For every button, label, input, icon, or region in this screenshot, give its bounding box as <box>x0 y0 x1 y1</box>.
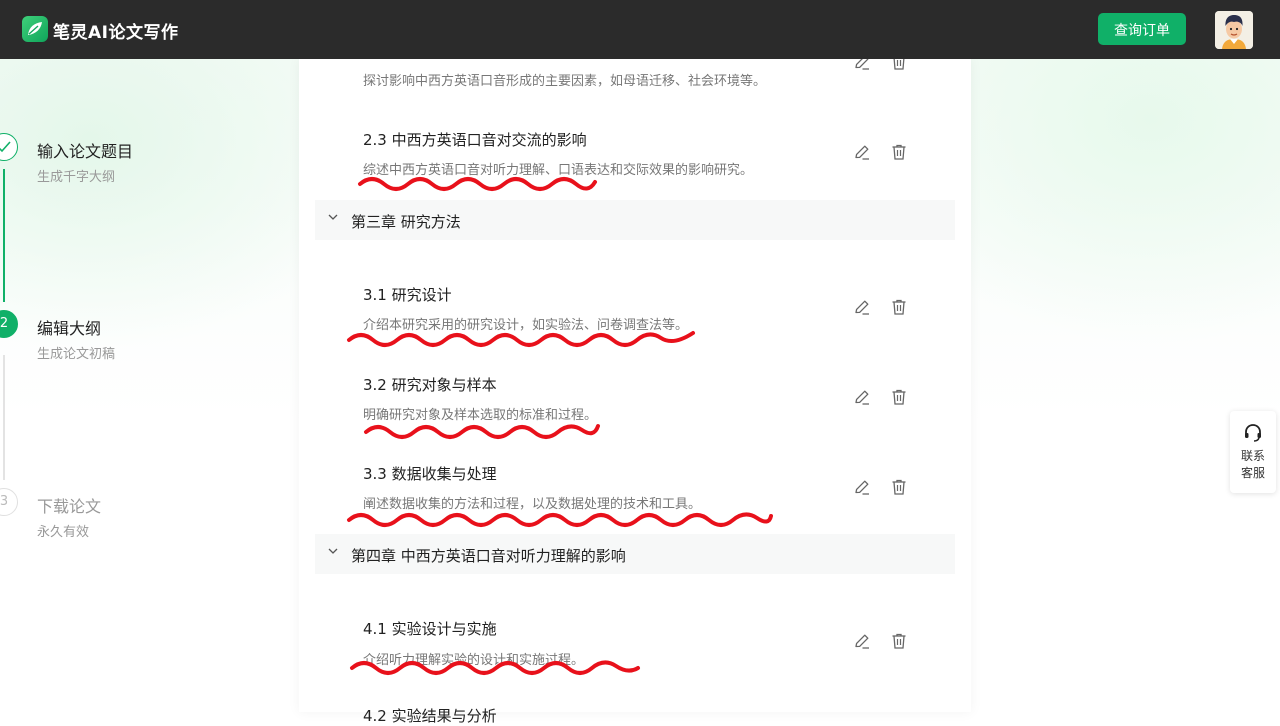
section-desc[interactable]: 介绍听力理解实验的设计和实施过程。 <box>363 649 584 668</box>
step-connector-pending <box>3 355 5 480</box>
headset-icon <box>1245 424 1261 442</box>
step-1-subtitle: 生成千字大纲 <box>37 170 116 185</box>
step-2-title[interactable]: 编辑大纲 <box>37 315 101 339</box>
chevron-down-icon[interactable] <box>327 211 339 223</box>
trash-icon[interactable] <box>889 387 909 407</box>
step-1-circle <box>0 133 18 161</box>
section-title[interactable]: 3.1 研究设计 <box>363 284 452 305</box>
section-desc[interactable]: 综述中西方英语口音对听力理解、口语表达和交际效果的影响研究。 <box>363 159 753 178</box>
top-header: 笔灵AI论文写作 查询订单 <box>0 0 1280 59</box>
step-connector-done <box>3 169 5 302</box>
contact-label-line1: 联系 <box>1240 449 1265 463</box>
section-desc[interactable]: 明确研究对象及样本选取的标准和过程。 <box>363 404 597 423</box>
chapter-header[interactable]: 第四章 中西方英语口音对听力理解的影响 <box>315 534 955 574</box>
trash-icon[interactable] <box>889 477 909 497</box>
query-order-button[interactable]: 查询订单 <box>1098 13 1186 45</box>
step-3-circle: 3 <box>0 488 18 516</box>
step-1-title[interactable]: 输入论文题目 <box>37 138 133 162</box>
step-2-circle: 2 <box>0 310 18 338</box>
trash-icon[interactable] <box>889 142 909 162</box>
brand-name[interactable]: 笔灵AI论文写作 <box>53 18 178 43</box>
outline-panel: 探讨影响中西方英语口音形成的主要因素，如母语迁移、社会环境等。 2.3 中西方英… <box>299 54 971 725</box>
brand-logo-icon[interactable] <box>22 16 48 42</box>
section-desc[interactable]: 探讨影响中西方英语口音形成的主要因素，如母语迁移、社会环境等。 <box>363 70 766 89</box>
progress-steps: 输入论文题目 生成千字大纲 2 编辑大纲 生成论文初稿 3 下载论文 永久有效 <box>0 59 300 712</box>
step-3-title[interactable]: 下载论文 <box>37 493 101 517</box>
section-title[interactable]: 2.3 中西方英语口音对交流的影响 <box>363 129 587 150</box>
contact-support-button[interactable]: 联系 客服 <box>1230 411 1276 493</box>
section-title[interactable]: 4.2 实验结果与分析 <box>363 705 497 726</box>
section-desc[interactable]: 阐述数据收集的方法和过程，以及数据处理的技术和工具。 <box>363 493 701 512</box>
pencil-icon[interactable] <box>852 142 872 162</box>
chapter-title: 第四章 中西方英语口音对听力理解的影响 <box>351 547 626 565</box>
pencil-icon[interactable] <box>852 631 872 651</box>
section-desc[interactable]: 介绍本研究采用的研究设计，如实验法、问卷调查法等。 <box>363 314 688 333</box>
section-title[interactable]: 3.2 研究对象与样本 <box>363 374 497 395</box>
chapter-header[interactable]: 第三章 研究方法 <box>315 200 955 240</box>
section-title[interactable]: 4.1 实验设计与实施 <box>363 618 497 639</box>
trash-icon[interactable] <box>889 297 909 317</box>
chapter-title: 第三章 研究方法 <box>351 213 461 231</box>
pencil-icon[interactable] <box>852 387 872 407</box>
step-2-subtitle: 生成论文初稿 <box>37 347 116 362</box>
chevron-down-icon[interactable] <box>327 545 339 557</box>
contact-label-line2: 客服 <box>1240 466 1265 480</box>
trash-icon[interactable] <box>889 631 909 651</box>
pencil-icon[interactable] <box>852 477 872 497</box>
section-title[interactable]: 3.3 数据收集与处理 <box>363 463 497 484</box>
checkmark-icon <box>0 141 11 153</box>
step-3-subtitle: 永久有效 <box>37 525 90 540</box>
pencil-icon[interactable] <box>852 297 872 317</box>
user-avatar[interactable] <box>1215 11 1253 49</box>
